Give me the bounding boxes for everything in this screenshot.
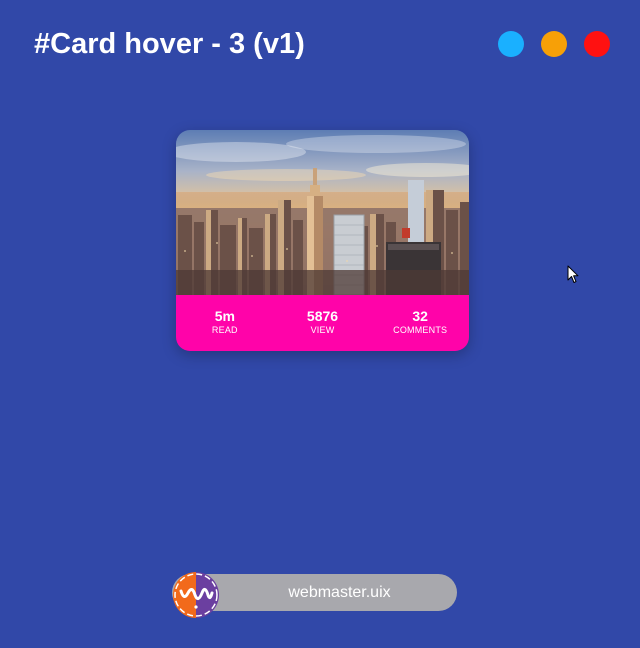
stat-value: 5876 [306, 308, 339, 324]
mouse-cursor-icon [567, 265, 579, 283]
stat-read: 5m READ [176, 295, 274, 351]
color-dot-red[interactable] [584, 31, 610, 57]
stat-label: READ [211, 325, 238, 335]
city-card[interactable]: 5m READ 5876 VIEW 32 COMMENTS [176, 130, 469, 351]
city-skyline-image [176, 130, 469, 295]
color-dots [498, 31, 610, 57]
stat-value: 32 [412, 308, 428, 324]
footer-credit-label: webmaster.uix [288, 584, 391, 601]
webmaster-logo-icon [173, 572, 219, 618]
page-title: #Card hover - 3 (v1) [34, 28, 305, 60]
stat-comments: 32 COMMENTS [371, 295, 469, 351]
stat-value: 5m [214, 308, 235, 324]
stat-view: 5876 VIEW [274, 295, 372, 351]
stat-label: VIEW [310, 325, 335, 335]
color-dot-orange[interactable] [541, 31, 567, 57]
card-stats-bar: 5m READ 5876 VIEW 32 COMMENTS [176, 295, 469, 351]
color-dot-blue[interactable] [498, 31, 524, 57]
stat-label: COMMENTS [393, 325, 448, 335]
